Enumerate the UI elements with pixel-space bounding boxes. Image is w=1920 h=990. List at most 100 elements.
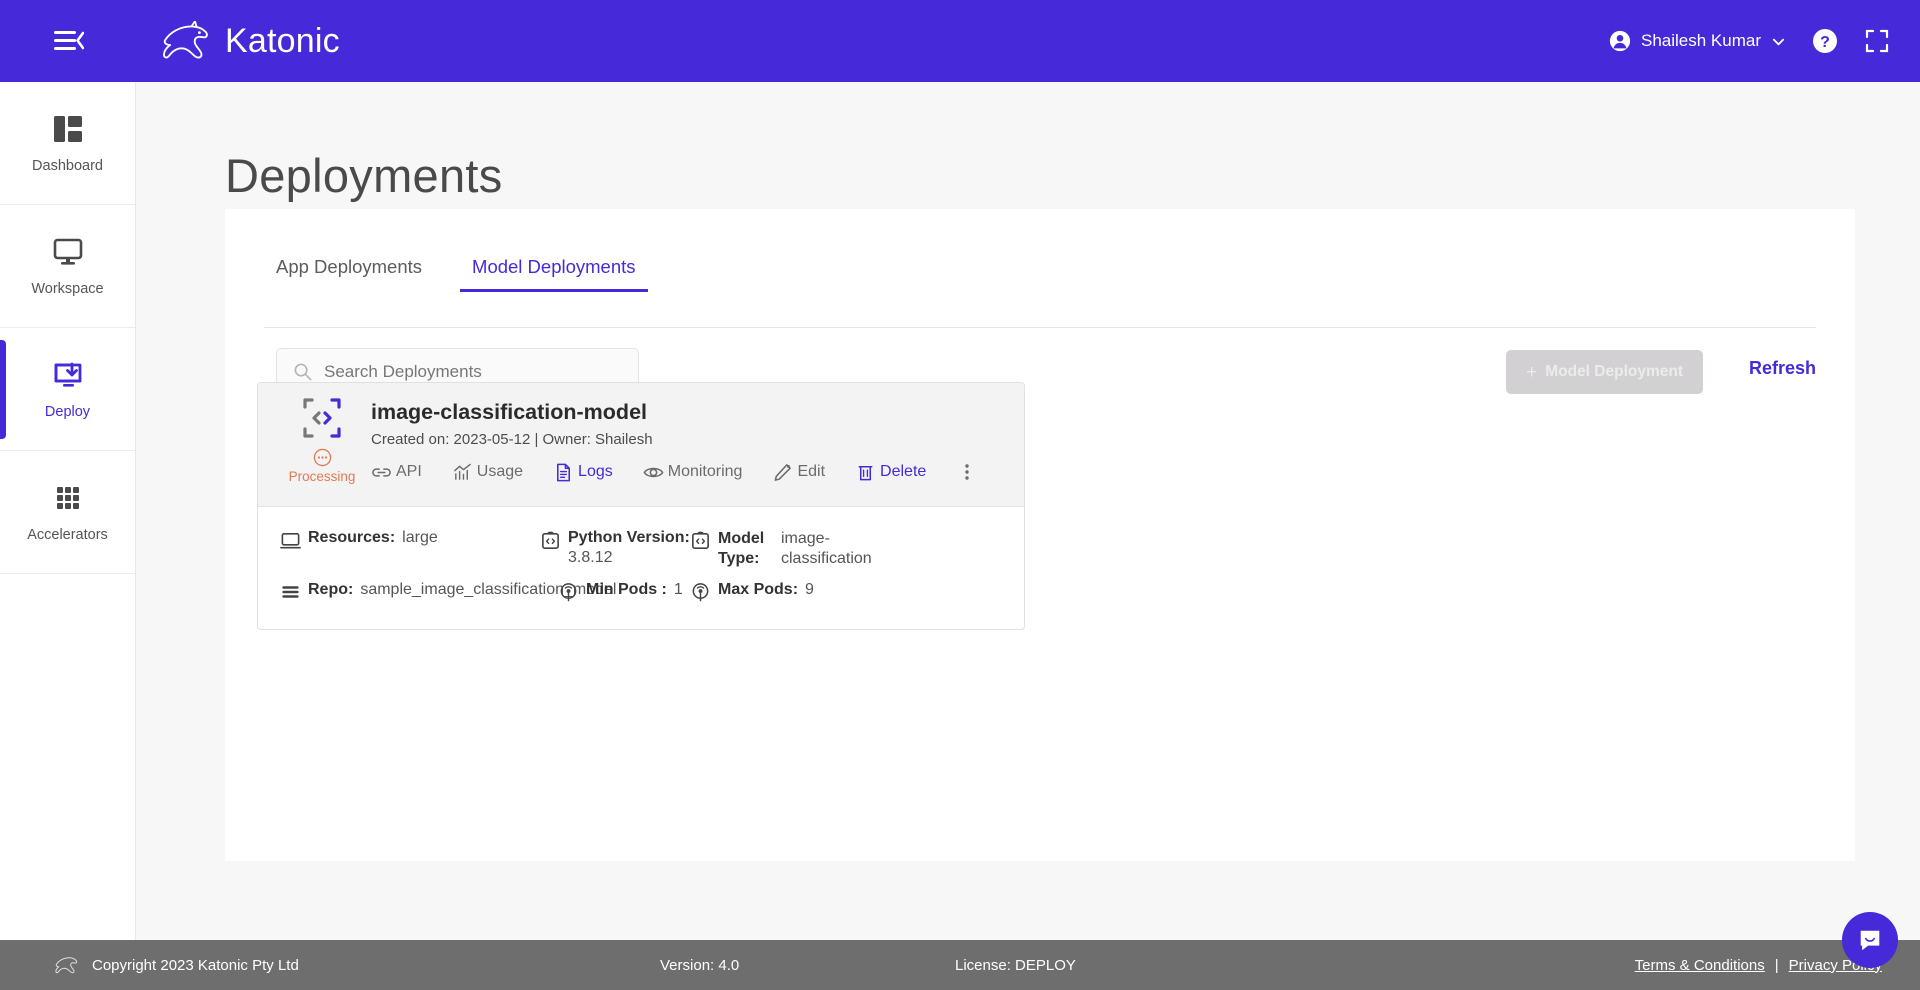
page-title: Deployments (225, 149, 503, 202)
sidebar-item-dashboard[interactable]: Dashboard (0, 82, 135, 205)
tab-label: Model Deployments (472, 256, 636, 277)
menu-glyph (54, 31, 84, 50)
meta-value: image-classification (781, 530, 872, 567)
meta-resources: Resources: large (280, 529, 540, 551)
svg-text:?: ? (1820, 34, 1830, 51)
meta-key: Model Type: (718, 530, 765, 567)
footer-version: Version: 4.0 (660, 956, 740, 974)
processing-status-icon (313, 448, 331, 467)
chat-bubble-icon (1860, 930, 1880, 951)
help-icon[interactable]: ? (1812, 28, 1838, 54)
kangaroo-logo-icon (163, 20, 208, 59)
link-icon (372, 467, 391, 477)
deploy-icon (54, 362, 81, 387)
edit-action[interactable]: Edit (772, 462, 825, 483)
terms-link[interactable]: Terms & Conditions (1635, 957, 1765, 974)
sidebar-item-label: Accelerators (27, 527, 108, 543)
plus-icon: + (1526, 361, 1538, 383)
meta-value: 3.8.12 (568, 549, 613, 566)
document-icon (557, 463, 571, 481)
deployment-card[interactable]: Processing image-classification-model Cr… (257, 382, 1025, 630)
footer-copyright-text: Copyright 2023 Katonic Pty Ltd (92, 956, 299, 974)
footer-separator: | (1774, 956, 1779, 974)
logs-action[interactable]: Logs (553, 462, 613, 483)
meta-key: Min Pods : (586, 581, 667, 598)
tab-app-deployments[interactable]: App Deployments (264, 248, 434, 292)
pods-icon (692, 583, 709, 602)
tab-label: App Deployments (276, 256, 423, 277)
app-root: Katonic Shailesh Kumar ? Dashboard Works… (0, 0, 1920, 990)
sidebar-item-label: Dashboard (32, 158, 103, 174)
user-name: Shailesh Kumar (1640, 31, 1761, 50)
deployment-icon-column: Processing (286, 396, 358, 484)
edit-label: Edit (797, 463, 826, 480)
meta-row: Resources: large Python Version: 3.8.12 … (280, 529, 890, 568)
footer-links: Terms & Conditions | Privacy Policy (1635, 957, 1882, 974)
dashboard-icon (53, 116, 82, 142)
monitor-icon (280, 533, 301, 549)
brand-logo[interactable]: Katonic (156, 20, 340, 62)
main-content: Deployments App Deployments Model Deploy… (136, 82, 1920, 940)
meta-min-pods: Min Pods : 1 (558, 581, 690, 603)
more-options-icon[interactable] (964, 461, 970, 483)
deployment-card-header: Processing image-classification-model Cr… (258, 383, 1024, 507)
monitor-icon (53, 238, 82, 265)
collapse-menu-icon[interactable] (48, 24, 90, 58)
add-model-deployment-label: Model Deployment (1545, 363, 1683, 380)
pencil-icon (775, 463, 792, 481)
meta-python-version: Python Version: 3.8.12 (540, 529, 690, 567)
sidebar: Dashboard Workspace Deploy Accelerators (0, 82, 136, 940)
meta-max-pods: Max Pods: 9 (690, 581, 830, 603)
meta-model-type: Model Type: image-classification (690, 529, 890, 568)
search-input[interactable] (324, 361, 622, 382)
logs-label: Logs (578, 463, 613, 480)
chart-icon (453, 463, 471, 480)
add-model-deployment-button[interactable]: + Model Deployment (1506, 350, 1703, 394)
meta-key: Max Pods: (718, 581, 799, 598)
tab-model-deployments[interactable]: Model Deployments (460, 248, 648, 292)
monitoring-label: Monitoring (667, 463, 743, 480)
usage-label: Usage (476, 463, 524, 480)
chat-launcher-button[interactable] (1842, 912, 1898, 968)
sidebar-item-accelerators[interactable]: Accelerators (0, 451, 135, 574)
deployment-subtitle: Created on: 2023-05-12 | Owner: Shailesh (371, 431, 653, 448)
footer-copyright: Copyright 2023 Katonic Pty Ltd (52, 955, 299, 975)
footer: Copyright 2023 Katonic Pty Ltd Version: … (0, 940, 1920, 990)
brand-name: Katonic (225, 21, 340, 60)
model-code-icon (303, 398, 341, 438)
monitoring-action[interactable]: Monitoring (643, 462, 743, 483)
eye-icon (643, 467, 664, 477)
code-clipboard-icon (542, 531, 559, 549)
delete-label: Delete (880, 463, 927, 480)
api-action[interactable]: API (371, 462, 422, 483)
chevron-down-icon (1772, 38, 1785, 45)
meta-key: Resources: (308, 529, 396, 546)
usage-action[interactable]: Usage (452, 462, 523, 483)
kangaroo-logo-icon (55, 957, 78, 974)
fullscreen-icon[interactable] (1864, 28, 1890, 54)
api-label: API (396, 463, 422, 480)
tab-divider (264, 327, 1816, 328)
meta-row: Repo: sample_image_classification_model … (280, 581, 830, 603)
repo-icon (282, 586, 299, 598)
meta-value: large (402, 529, 438, 546)
delete-action[interactable]: Delete (855, 462, 926, 483)
meta-repo: Repo: sample_image_classification_model (280, 581, 616, 603)
sidebar-item-label: Workspace (31, 281, 104, 297)
pods-icon (560, 583, 577, 602)
tab-bar: App Deployments Model Deployments (264, 248, 1855, 298)
sidebar-item-workspace[interactable]: Workspace (0, 205, 135, 328)
refresh-button[interactable]: Refresh (1749, 358, 1816, 379)
sidebar-item-label: Deploy (44, 404, 91, 420)
sidebar-item-deploy[interactable]: Deploy (0, 328, 135, 451)
meta-value: 9 (805, 581, 814, 598)
meta-key: Python Version: (568, 529, 690, 546)
deployment-actions: API Usage Logs Monitoring Edit Delete (371, 461, 970, 483)
grid-icon (56, 487, 79, 509)
meta-key: Repo: (308, 581, 354, 598)
user-menu[interactable]: Shailesh Kumar (1609, 30, 1786, 52)
meta-value: 1 (673, 581, 683, 598)
status-badge: Processing (288, 469, 356, 484)
avatar-icon (1609, 30, 1631, 52)
trash-icon (858, 465, 873, 480)
